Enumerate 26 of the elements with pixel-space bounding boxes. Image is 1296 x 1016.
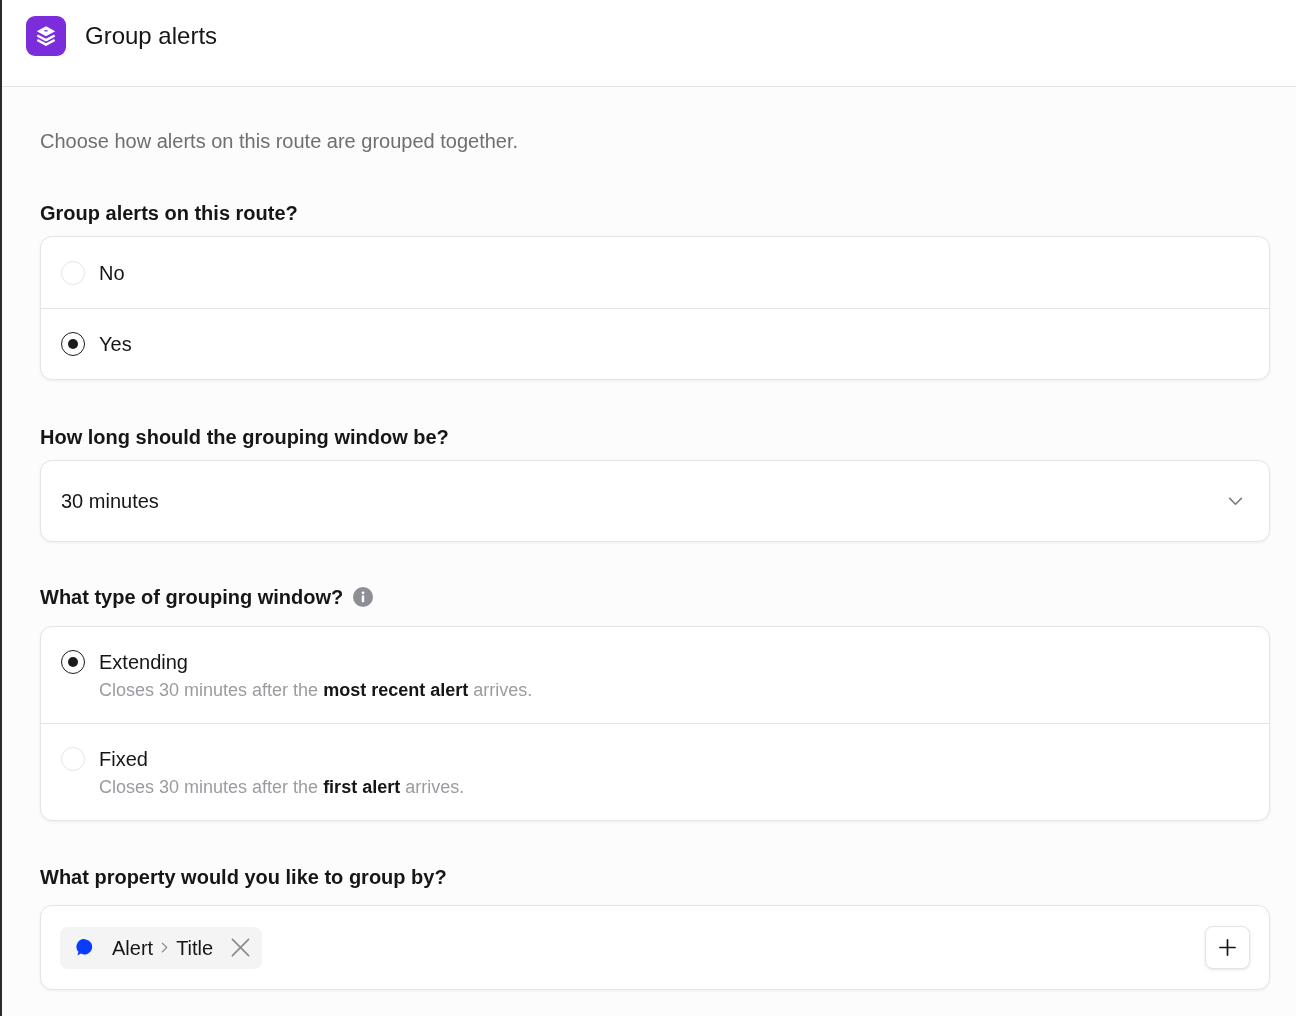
- select-field[interactable]: 30 minutes: [40, 460, 1270, 542]
- question-label: What type of grouping window?: [40, 585, 344, 609]
- option-label[interactable]: Yes: [99, 330, 132, 358]
- option-description: Closes 30 minutes after the first alert arrives.: [99, 776, 465, 799]
- chevron-right-icon: [161, 942, 169, 953]
- option-description: Closes 30 minutes after the most recent alert arrives.: [99, 679, 533, 702]
- logo-icon: [26, 16, 66, 56]
- add-button[interactable]: [1205, 926, 1250, 969]
- chip-text: Alert: [112, 935, 154, 961]
- option-label[interactable]: No: [99, 258, 125, 287]
- question-label: How long should the grouping window be?: [40, 425, 449, 449]
- speech-bubble-icon: [76, 938, 95, 957]
- radio-button[interactable]: [61, 650, 85, 674]
- plus-icon: [1219, 939, 1236, 956]
- chevron-down-icon: [1228, 496, 1243, 506]
- page-title: Group alerts: [85, 22, 218, 50]
- option-label[interactable]: Fixed: [99, 745, 465, 773]
- radio-button[interactable]: [61, 332, 85, 356]
- remove-button[interactable]: [231, 938, 251, 957]
- chip-text: Title: [176, 935, 214, 961]
- option-label[interactable]: Extending: [99, 648, 533, 676]
- close-icon: [231, 938, 251, 957]
- description-text: Choose how alerts on this route are grouped together.: [40, 129, 520, 153]
- question-label: Group alerts on this route?: [40, 201, 298, 225]
- info-icon: [353, 587, 374, 607]
- question-label: What property would you like to group by?: [40, 865, 447, 889]
